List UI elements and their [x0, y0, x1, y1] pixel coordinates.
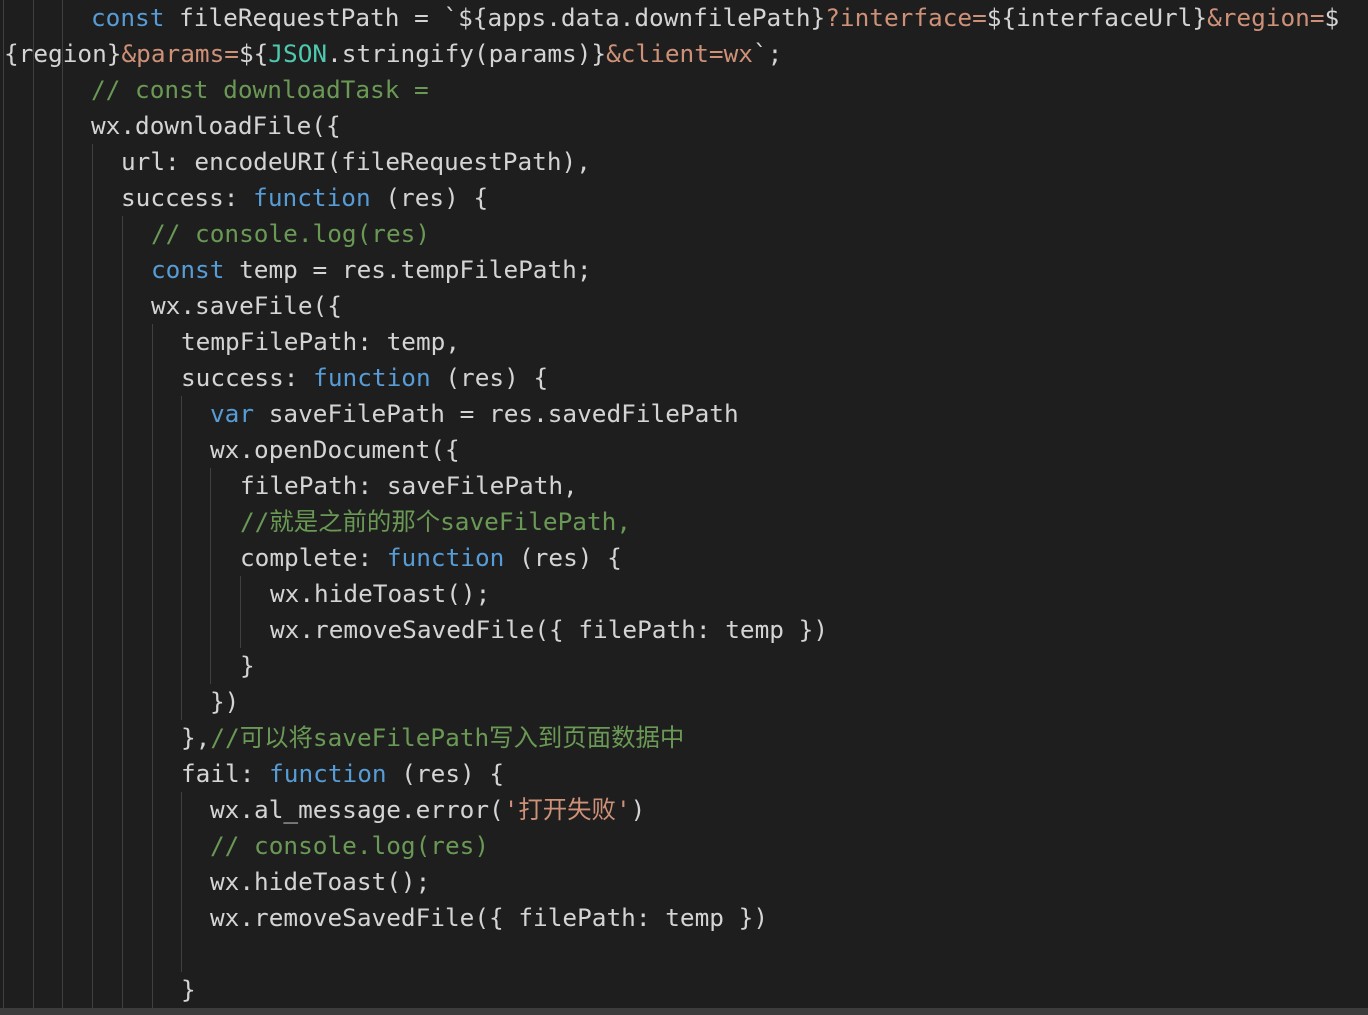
code-token: JSON	[268, 39, 328, 68]
code-token: '打开失败'	[503, 795, 631, 824]
indent-guide	[92, 144, 93, 1008]
indent-guide	[62, 0, 63, 1008]
code-token: ${interfaceUrl}	[986, 3, 1208, 32]
code-line[interactable]: wx.downloadFile({	[91, 108, 341, 144]
code-token: // console.log(res)	[151, 219, 431, 248]
code-line[interactable]: }	[181, 972, 196, 1008]
code-line[interactable]: })	[210, 684, 239, 720]
code-line[interactable]: },//可以将saveFilePath写入到页面数据中	[181, 720, 684, 756]
code-token: wx.removeSavedFile({ filePath: temp })	[270, 615, 829, 644]
code-token: const	[151, 255, 225, 284]
code-token: wx.hideToast();	[210, 867, 431, 896]
code-line[interactable]: wx.removeSavedFile({ filePath: temp })	[210, 900, 768, 936]
code-token: ?interface=	[825, 3, 987, 32]
code-token: //可以将saveFilePath写入到页面数据中	[210, 723, 685, 752]
code-token: (res) {	[370, 183, 489, 212]
code-token: wx.openDocument({	[210, 435, 460, 464]
horizontal-scrollbar[interactable]	[0, 1008, 1368, 1015]
code-token: wx.saveFile({	[151, 291, 342, 320]
code-line[interactable]: wx.hideToast();	[210, 864, 430, 900]
code-line[interactable]: wx.openDocument({	[210, 432, 460, 468]
code-token: $	[1324, 3, 1340, 32]
code-token: (res) {	[504, 543, 622, 572]
indent-guide	[3, 0, 4, 1008]
code-token: fileRequestPath = `${apps.data.downfileP…	[164, 3, 826, 32]
code-token: wx.hideToast();	[270, 579, 491, 608]
code-token: filePath: saveFilePath,	[240, 471, 578, 500]
code-token: success:	[121, 183, 254, 212]
code-token: function	[313, 363, 431, 392]
code-line[interactable]: // const downloadTask =	[91, 72, 429, 108]
indent-guide	[240, 576, 241, 648]
code-token: wx.downloadFile({	[91, 111, 341, 140]
code-token: &region=	[1207, 3, 1325, 32]
code-line[interactable]: // console.log(res)	[151, 216, 430, 252]
code-token: &params=	[121, 39, 239, 68]
code-line[interactable]: complete: function (res) {	[240, 540, 622, 576]
code-token: })	[210, 687, 240, 716]
indent-guide	[122, 216, 123, 1008]
code-line[interactable]: success: function (res) {	[121, 180, 488, 216]
code-token: }	[181, 975, 196, 1004]
code-token: )	[630, 795, 646, 824]
code-token: fail:	[181, 759, 270, 788]
code-line[interactable]: var saveFilePath = res.savedFilePath	[210, 396, 739, 432]
code-token: saveFilePath = res.savedFilePath	[254, 399, 739, 428]
code-token: // console.log(res)	[210, 831, 490, 860]
code-token: },	[181, 723, 211, 752]
code-token: var	[210, 399, 255, 428]
code-token: .stringify(params)}	[327, 39, 607, 68]
indent-guide	[181, 792, 182, 972]
code-line[interactable]: wx.hideToast();	[270, 576, 490, 612]
code-token: `;	[752, 39, 783, 68]
code-token: // const downloadTask =	[91, 75, 429, 104]
code-token: function	[269, 759, 387, 788]
code-token: function	[386, 543, 505, 572]
code-line[interactable]: wx.saveFile({	[151, 288, 342, 324]
code-line[interactable]: filePath: saveFilePath,	[240, 468, 578, 504]
code-token: function	[253, 183, 371, 212]
code-line[interactable]: {region}&params=${JSON.stringify(params)…	[4, 36, 782, 72]
code-token: &client=wx	[606, 39, 753, 68]
code-token: const	[91, 3, 165, 32]
indent-guide	[33, 0, 34, 1008]
indent-guide	[210, 468, 211, 684]
code-token: (res) {	[430, 363, 549, 392]
code-line[interactable]: wx.removeSavedFile({ filePath: temp })	[270, 612, 828, 648]
code-token: ${	[238, 39, 269, 68]
code-line[interactable]: tempFilePath: temp,	[181, 324, 460, 360]
code-token: (res) {	[386, 759, 505, 788]
code-line[interactable]: fail: function (res) {	[181, 756, 504, 792]
code-token: }	[240, 651, 255, 680]
code-editor[interactable]: const fileRequestPath = `${apps.data.dow…	[0, 0, 1368, 1015]
code-line[interactable]: wx.al_message.error('打开失败')	[210, 792, 645, 828]
code-token: url: encodeURI(fileRequestPath),	[121, 147, 591, 176]
code-line[interactable]: }	[240, 648, 255, 684]
code-token: tempFilePath: temp,	[181, 327, 461, 356]
code-token: wx.removeSavedFile({ filePath: temp })	[210, 903, 769, 932]
code-token: complete:	[240, 543, 387, 572]
code-line[interactable]: //就是之前的那个saveFilePath,	[240, 504, 631, 540]
indent-guide	[181, 396, 182, 720]
code-token: success:	[181, 363, 314, 392]
code-line[interactable]: url: encodeURI(fileRequestPath),	[121, 144, 591, 180]
code-line[interactable]: const fileRequestPath = `${apps.data.dow…	[91, 0, 1339, 36]
code-line[interactable]: // console.log(res)	[210, 828, 489, 864]
code-token: //就是之前的那个saveFilePath,	[240, 507, 632, 536]
code-token: wx.al_message.error(	[210, 795, 504, 824]
code-line[interactable]: success: function (res) {	[181, 360, 548, 396]
code-token: {region}	[4, 39, 122, 68]
code-line[interactable]: const temp = res.tempFilePath;	[151, 252, 592, 288]
indent-guide	[152, 324, 153, 1008]
code-token: temp = res.tempFilePath;	[224, 255, 592, 284]
